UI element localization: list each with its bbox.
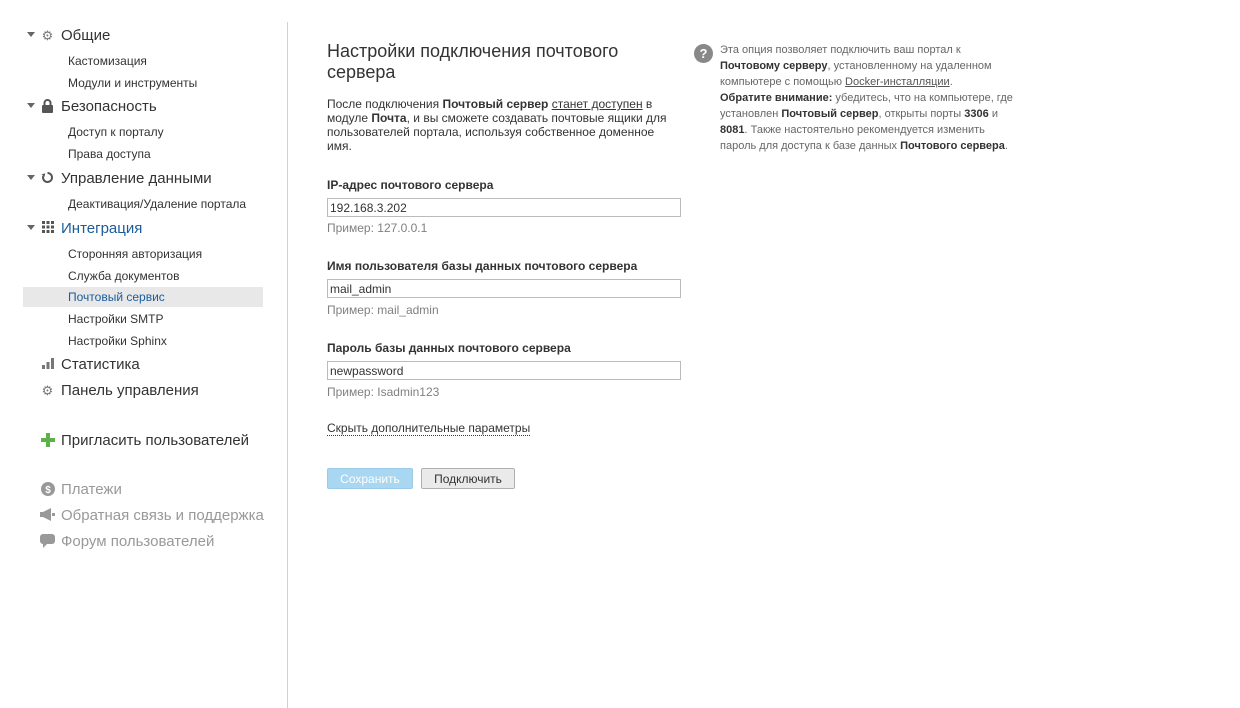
db-username-label: Имя пользователя базы данных почтового с… <box>327 259 638 273</box>
sidebar-group-label: Общие <box>61 27 111 44</box>
dollar-icon: $ <box>40 482 55 497</box>
ip-address-label: IP-адрес почтового сервера <box>327 178 494 192</box>
sidebar-group-integration[interactable]: Интеграция <box>0 218 288 240</box>
sidebar-group-label: Безопасность <box>61 98 157 115</box>
sidebar-group-general[interactable]: ⚙ Общие <box>0 25 288 47</box>
sidebar-item-portal-access[interactable]: Доступ к порталу <box>23 122 263 142</box>
gear-icon: ⚙ <box>41 28 54 43</box>
sidebar-item-sphinx-settings[interactable]: Настройки Sphinx <box>23 331 263 351</box>
db-username-hint: Пример: mail_admin <box>327 303 439 317</box>
lock-icon <box>40 99 55 114</box>
gears-icon: ⚙ <box>41 383 54 398</box>
question-icon: ? <box>694 44 713 63</box>
chevron-down-icon[interactable] <box>27 225 35 230</box>
megaphone-icon <box>40 508 55 523</box>
svg-text:$: $ <box>45 485 51 496</box>
restore-icon <box>40 171 55 186</box>
connect-button[interactable]: Подключить <box>421 468 515 489</box>
feedback-support-link[interactable]: Обратная связь и поддержка <box>0 505 288 527</box>
sidebar-item-third-party-auth[interactable]: Сторонняя авторизация <box>23 244 263 264</box>
invite-users-link[interactable]: Пригласить пользователей <box>0 430 288 452</box>
sidebar-item-access-rights[interactable]: Права доступа <box>23 144 263 164</box>
sidebar-divider <box>287 22 288 708</box>
mail-server-description: После подключения Почтовый сервер станет… <box>327 97 667 153</box>
hide-advanced-link[interactable]: Скрыть дополнительные параметры <box>327 421 531 436</box>
help-description: Эта опция позволяет подключить ваш порта… <box>720 44 1013 152</box>
sidebar-item-deactivation[interactable]: Деактивация/Удаление портала <box>23 194 263 214</box>
docker-install-link[interactable]: Docker-инсталляции <box>845 76 950 88</box>
plus-icon <box>40 433 55 448</box>
db-password-hint: Пример: Isadmin123 <box>327 385 440 399</box>
sidebar-item-modules[interactable]: Модули и инструменты <box>23 73 263 93</box>
settings-sidebar: ⚙ Общие Кастомизация Модули и инструмент… <box>0 0 288 708</box>
db-username-input[interactable] <box>327 279 681 298</box>
chevron-down-icon[interactable] <box>27 32 35 37</box>
sidebar-item-smtp-settings[interactable]: Настройки SMTP <box>23 309 263 329</box>
sidebar-group-label: Управление данными <box>61 170 212 187</box>
bar-chart-icon <box>40 357 55 372</box>
sidebar-group-data-management[interactable]: Управление данными <box>0 168 288 190</box>
sidebar-group-label: Интеграция <box>61 220 143 237</box>
user-forum-link[interactable]: Форум пользователей <box>0 531 288 553</box>
payments-link[interactable]: $ Платежи <box>0 479 288 501</box>
ip-address-input[interactable] <box>327 198 681 217</box>
sidebar-item-mail-service[interactable]: Почтовый сервис <box>23 287 263 307</box>
sidebar-item-statistics[interactable]: Статистика <box>0 354 288 376</box>
grid-icon <box>40 221 55 236</box>
speech-bubble-icon <box>40 534 55 549</box>
sidebar-group-security[interactable]: Безопасность <box>0 96 288 118</box>
ip-address-hint: Пример: 127.0.0.1 <box>327 221 428 235</box>
page-title: Настройки подключения почтового сервера <box>327 41 619 82</box>
db-password-input[interactable] <box>327 361 681 380</box>
becomes-available-link[interactable]: станет доступен <box>552 97 643 111</box>
db-password-label: Пароль базы данных почтового сервера <box>327 341 571 355</box>
chevron-down-icon[interactable] <box>27 103 35 108</box>
sidebar-item-control-panel[interactable]: ⚙ Панель управления <box>0 380 288 402</box>
chevron-down-icon[interactable] <box>27 175 35 180</box>
sidebar-item-customization[interactable]: Кастомизация <box>23 51 263 71</box>
save-button[interactable]: Сохранить <box>327 468 413 489</box>
sidebar-item-document-service[interactable]: Служба документов <box>23 266 263 286</box>
